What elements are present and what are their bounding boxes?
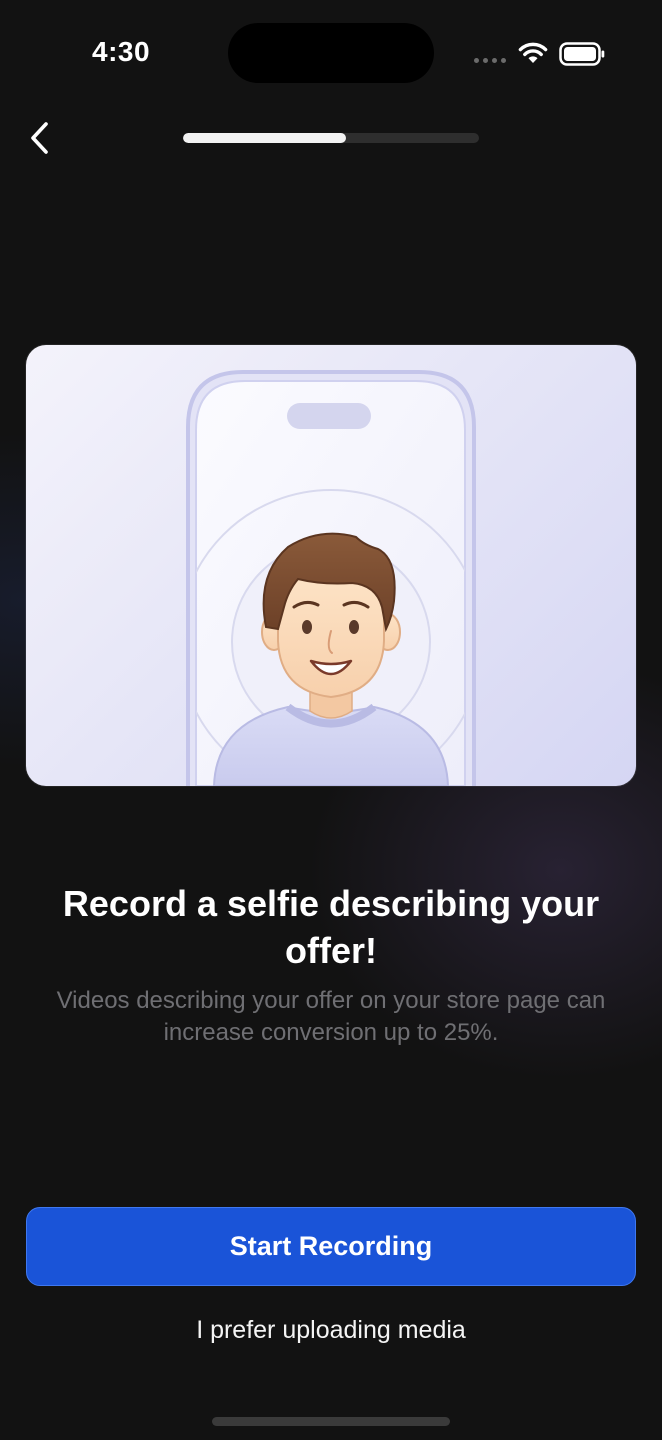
home-indicator bbox=[212, 1417, 450, 1426]
chevron-left-icon bbox=[31, 122, 48, 154]
selfie-onboarding-screen: 4:30 Record a selfie describing your off… bbox=[0, 0, 662, 1440]
wifi-icon bbox=[518, 42, 548, 63]
status-time: 4:30 bbox=[92, 36, 151, 67]
signal-dots-icon bbox=[474, 58, 506, 63]
dynamic-island bbox=[228, 23, 434, 83]
status-bar: 4:30 bbox=[0, 0, 662, 100]
progress-fill bbox=[183, 133, 346, 143]
upload-media-link[interactable]: I prefer uploading media bbox=[26, 1310, 636, 1350]
selfie-illustration bbox=[26, 345, 636, 786]
selfie-illustration-art bbox=[186, 370, 476, 786]
battery-icon bbox=[559, 42, 605, 66]
description-text: Videos describing your offer on your sto… bbox=[56, 987, 606, 1046]
headline: Record a selfie describing your offer! bbox=[62, 883, 600, 971]
back-button[interactable] bbox=[18, 116, 62, 160]
start-recording-button[interactable]: Start Recording bbox=[26, 1207, 636, 1286]
onboarding-progress-bar bbox=[183, 133, 479, 143]
